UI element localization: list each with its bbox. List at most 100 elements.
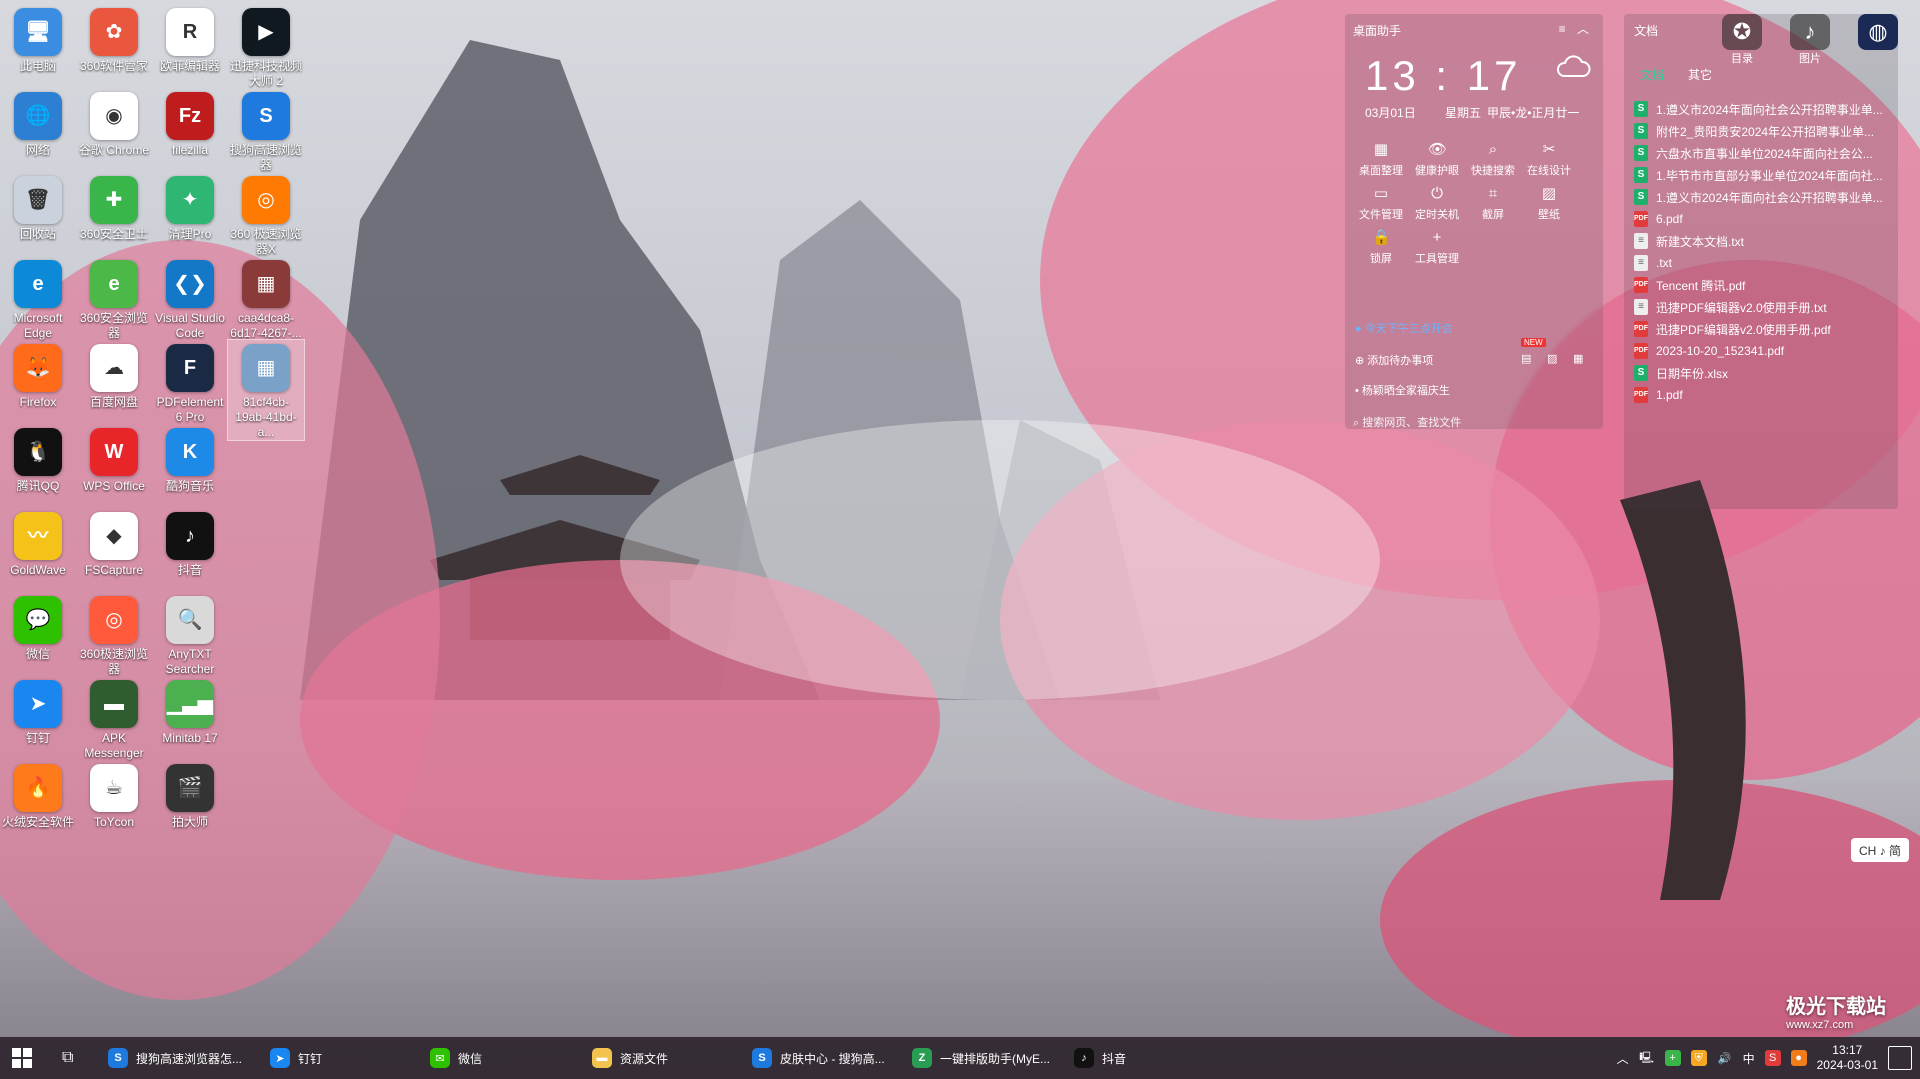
widget-tool[interactable]: ⏻ 定时关机 [1409, 186, 1465, 222]
desktop-icon[interactable]: ◉ 谷歌 Chrome [76, 88, 152, 158]
taskbar-app-label: 微信 [458, 1051, 483, 1066]
shield-icon[interactable]: ⛨ [1690, 1050, 1707, 1066]
widget-tool[interactable]: ▨ 壁纸 [1521, 186, 1577, 222]
status-icon[interactable]: ● [1790, 1050, 1807, 1066]
desktop-icon[interactable]: ✿ 360软件管家 [76, 4, 152, 74]
desktop-icon[interactable]: F PDFelement 6 Pro [152, 340, 228, 425]
taskbar-app-button[interactable]: ▬ 资源文件 [592, 1045, 668, 1071]
desktop-icon[interactable]: S 搜狗高速浏览器 [228, 88, 304, 173]
desktop-icon[interactable]: e 360安全浏览器 [76, 256, 152, 341]
document-panel-title: 文档 [1634, 24, 1659, 38]
desktop-icon[interactable]: 🔥 火绒安全软件 [0, 760, 76, 830]
widget-note[interactable]: • 杨颖晒全家福庆生 [1355, 382, 1450, 398]
desktop-icon[interactable]: ☕ ToYcon [76, 760, 152, 830]
desktop-icon[interactable]: ◎ 360 极速浏览器X [228, 172, 304, 257]
show-hidden-icons-icon[interactable]: ︿ [1617, 1050, 1629, 1067]
widget-tool[interactable]: 👁 健康护眼 [1409, 142, 1465, 178]
image-icon[interactable]: ▨ [1547, 352, 1557, 365]
desktop-icon[interactable]: 🌐 网络 [0, 88, 76, 158]
document-item[interactable]: S 1.毕节市市直部分事业单位2024年面向社... [1634, 164, 1894, 186]
shortcut-images[interactable]: ♪ 图片 [1790, 14, 1830, 66]
ime-indicator[interactable]: CH ♪ 简 [1851, 838, 1909, 862]
desktop-icon[interactable]: ▦ 81cf4cb-19ab-41bd-a... [227, 339, 305, 441]
document-item[interactable]: S 1.遵义市2024年面向社会公开招聘事业单... [1634, 186, 1894, 208]
desktop-icon[interactable]: 🔍 AnyTXT Searcher [152, 592, 228, 677]
widget-tool[interactable]: ▭ 文件管理 [1353, 186, 1409, 222]
network-icon[interactable]: 🖳 [1639, 1050, 1655, 1066]
document-item[interactable]: ≡ 迅捷PDF编辑器v2.0使用手册.txt [1634, 296, 1894, 318]
desktop-icon[interactable]: ▁▃▅ Minitab 17 [152, 676, 228, 746]
document-item[interactable]: PDF 2023-10-20_152341.pdf [1634, 340, 1894, 362]
document-item[interactable]: PDF 迅捷PDF编辑器v2.0使用手册.pdf [1634, 318, 1894, 340]
document-item[interactable]: S 附件2_贵阳贵安2024年公开招聘事业单... [1634, 120, 1894, 142]
desktop-icon[interactable]: R 欧菲编辑器 [152, 4, 228, 74]
desktop-icon[interactable]: ◆ FSCapture [76, 508, 152, 578]
desktop-icon[interactable]: 🐧 腾讯QQ [0, 424, 76, 494]
document-item[interactable]: PDF 1.pdf [1634, 384, 1894, 406]
widget-reminder[interactable]: ● 今天下午三点开会 [1355, 320, 1453, 336]
volume-icon[interactable]: 🔊 [1717, 1050, 1733, 1066]
document-item[interactable]: ≡ 新建文本文档.txt [1634, 230, 1894, 252]
document-tab[interactable]: 其它 [1688, 66, 1712, 83]
desktop-icon[interactable]: 🦊 Firefox [0, 340, 76, 410]
desktop-icon[interactable]: e Microsoft Edge [0, 256, 76, 341]
desktop-icon[interactable]: 💬 微信 [0, 592, 76, 662]
floating-assistant[interactable]: ◍ [1858, 14, 1898, 50]
desktop-icon[interactable]: ☁ 百度网盘 [76, 340, 152, 410]
desktop-icon[interactable]: ❮❯ Visual Studio Code [152, 256, 228, 341]
taskbar-app-button[interactable]: Z 一键排版助手(MyE... [912, 1045, 1050, 1071]
document-item[interactable]: ≡ .txt [1634, 252, 1894, 274]
360-tray-icon[interactable]: + [1664, 1050, 1681, 1066]
taskbar-app-button[interactable]: ✉ 微信 [430, 1045, 482, 1071]
desktop-icon[interactable]: 🗑 回收站 [0, 172, 76, 242]
document-item[interactable]: S 1.遵义市2024年面向社会公开招聘事业单... [1634, 98, 1894, 120]
app-icon: e [14, 260, 62, 308]
sogou-ime-icon[interactable]: S [1764, 1050, 1781, 1066]
widget-tool[interactable]: ✂ 在线设计 [1521, 142, 1577, 178]
add-todo-button[interactable]: ⊕ 添加待办事项 [1355, 352, 1433, 368]
taskbar-app-button[interactable]: S 皮肤中心 - 搜狗高... [752, 1045, 885, 1071]
desktop-icon[interactable]: ▬ APK Messenger [76, 676, 152, 761]
desktop-icon[interactable]: ▶ 迅捷科技视频大师 2 [228, 4, 304, 89]
note-icon[interactable]: ▤ [1521, 352, 1531, 365]
document-item[interactable]: S 六盘水市直事业单位2024年面向社会公... [1634, 142, 1894, 164]
desktop-icon[interactable]: ➤ 钉钉 [0, 676, 76, 746]
taskbar-clock[interactable]: 13:17 2024-03-01 [1817, 1043, 1878, 1073]
shortcut-directory[interactable]: ✪ 目录 [1722, 14, 1762, 66]
desktop-icon[interactable]: ✦ 清理Pro [152, 172, 228, 242]
desktop-icon[interactable]: 🖥 此电脑 [0, 4, 76, 74]
document-item[interactable]: S 日期年份.xlsx [1634, 362, 1894, 384]
desktop-icon[interactable]: ◎ 360极速浏览器 [76, 592, 152, 677]
task-view-icon[interactable]: ⧉ [62, 1049, 80, 1067]
grid-icon[interactable]: ▦ [1573, 352, 1583, 365]
document-item[interactable]: PDF Tencent 腾讯.pdf [1634, 274, 1894, 296]
desktop-icon[interactable]: 〰 GoldWave [0, 508, 76, 578]
notification-center-icon[interactable] [1888, 1046, 1912, 1070]
taskbar-app-button[interactable]: ➤ 钉钉 [270, 1045, 322, 1071]
widget-tool[interactable]: + 工具管理 [1409, 230, 1465, 266]
desktop-icon[interactable]: 🎬 拍大师 [152, 760, 228, 830]
app-icon: ▬ [90, 680, 138, 728]
taskbar-app-label: 抖音 [1102, 1051, 1127, 1066]
document-item[interactable]: PDF 6.pdf [1634, 208, 1894, 230]
windows-start-icon[interactable] [12, 1048, 32, 1068]
document-tab[interactable]: 文档 [1640, 66, 1664, 83]
desktop-icon[interactable]: W WPS Office [76, 424, 152, 494]
widget-search-input[interactable]: ⌕ 搜索网页、查找文件 [1353, 414, 1595, 430]
widget-tool[interactable]: 🔒 锁屏 [1353, 230, 1409, 266]
desktop-icon[interactable]: Fz filezilla [152, 88, 228, 158]
desktop-icon[interactable]: ✚ 360安全卫士 [76, 172, 152, 242]
spreadsheet-file-icon: S [1634, 145, 1648, 161]
widget-tool[interactable]: ⌕ 快捷搜索 [1465, 142, 1521, 178]
desktop-icon-label: 搜狗高速浏览器 [230, 143, 303, 172]
taskbar-app-button[interactable]: ♪ 抖音 [1074, 1045, 1126, 1071]
widget-tool[interactable]: ⌗ 截屏 [1465, 186, 1521, 222]
widget-tool[interactable]: ▦ 桌面整理 [1353, 142, 1409, 178]
desktop-icon[interactable]: ▦ caa4dca8-6d17-4267-... [228, 256, 304, 341]
taskbar-app-button[interactable]: S 搜狗高速浏览器怎... [108, 1045, 242, 1071]
watermark: 极光下载站 www.xz7.com [1786, 990, 1886, 1031]
desktop-icon[interactable]: ♪ 抖音 [152, 508, 228, 578]
widget-menu-icon[interactable]: ≡ ︿ [1559, 20, 1593, 37]
input-language[interactable]: 中 [1743, 1050, 1755, 1067]
desktop-icon[interactable]: K 酷狗音乐 [152, 424, 228, 494]
